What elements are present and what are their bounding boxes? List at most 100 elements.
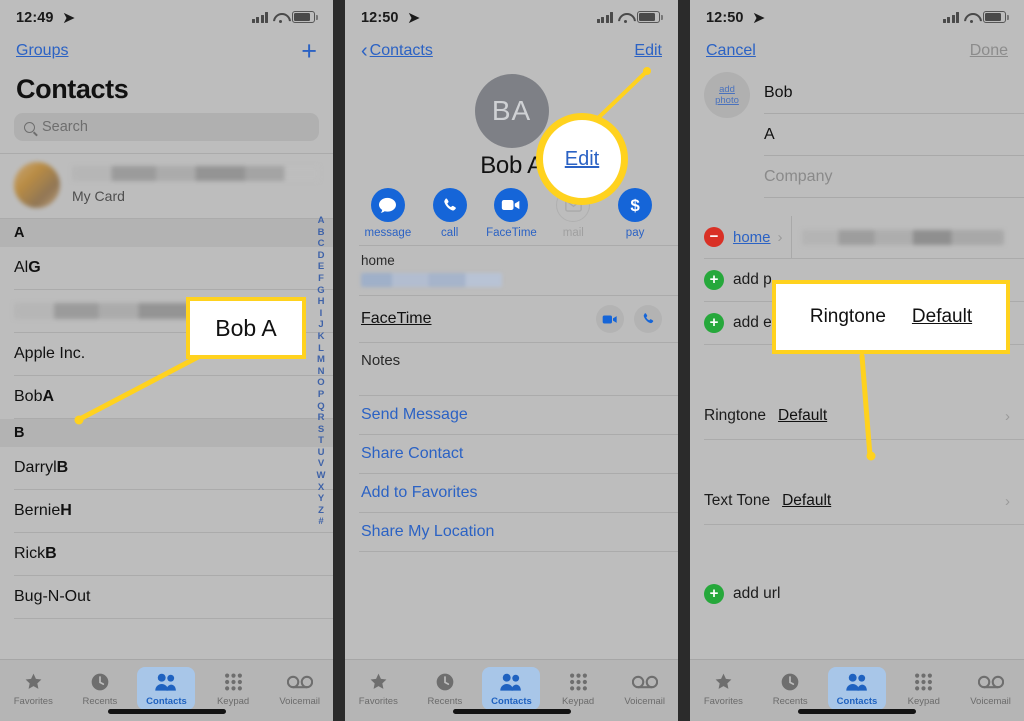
action-facetime[interactable]: FaceTime: [483, 188, 539, 239]
status-time-group: 12:50 ➤: [706, 7, 765, 27]
action-label: FaceTime: [486, 227, 537, 239]
add-contact-icon[interactable]: +: [301, 37, 317, 65]
alpha-index-letter[interactable]: A: [318, 215, 325, 227]
status-time: 12:50: [706, 10, 744, 26]
link-send-message[interactable]: Send Message: [345, 396, 678, 434]
tab-contacts[interactable]: Contacts: [482, 667, 541, 710]
callout-edit: Edit: [536, 113, 628, 205]
my-card-row[interactable]: My Card: [0, 154, 333, 218]
status-time: 12:49: [16, 10, 54, 26]
list-item[interactable]: Bug-N-Out: [0, 576, 333, 618]
link-share-my-location[interactable]: Share My Location: [345, 513, 678, 551]
facetime-row[interactable]: FaceTime: [345, 296, 678, 342]
tab-favorites[interactable]: Favorites: [349, 667, 407, 710]
people-icon: [154, 671, 178, 693]
list-item[interactable]: Rick B: [0, 533, 333, 575]
video-camera-icon[interactable]: [596, 305, 624, 333]
alpha-index-letter[interactable]: N: [318, 366, 325, 378]
contact-first-name: Darryl: [14, 459, 57, 476]
alpha-index-letter[interactable]: H: [318, 296, 325, 308]
add-url-label: add url: [733, 585, 781, 602]
cancel-button[interactable]: Cancel: [706, 42, 756, 60]
alpha-index-letter[interactable]: S: [318, 424, 324, 436]
tab-favorites[interactable]: Favorites: [694, 667, 752, 710]
tab-recents[interactable]: Recents: [761, 667, 819, 710]
alpha-index-letter[interactable]: K: [318, 331, 325, 343]
tab-voicemail[interactable]: Voicemail: [616, 667, 674, 710]
plus-circle-icon[interactable]: +: [704, 270, 724, 290]
alpha-index-letter[interactable]: M: [317, 354, 325, 366]
alpha-index-letter[interactable]: E: [318, 261, 324, 273]
back-to-contacts-button[interactable]: ‹ Contacts: [361, 41, 433, 61]
plus-circle-icon[interactable]: +: [704, 313, 724, 333]
alpha-index-letter[interactable]: B: [318, 227, 325, 239]
notes-field[interactable]: Notes: [345, 343, 678, 395]
ringtone-row[interactable]: Ringtone Default ›: [690, 393, 1024, 439]
alpha-index-letter[interactable]: #: [318, 516, 323, 528]
alpha-index-letter[interactable]: C: [318, 238, 325, 250]
voicemail-icon: [631, 671, 658, 693]
avatar: [14, 162, 60, 208]
tab-recents[interactable]: Recents: [416, 667, 474, 710]
groups-button[interactable]: Groups: [16, 42, 68, 60]
search-input[interactable]: Search: [14, 113, 319, 141]
alpha-index-letter[interactable]: Z: [318, 505, 324, 517]
list-item[interactable]: Darryl B: [0, 447, 333, 489]
company-field[interactable]: Company: [764, 156, 1024, 198]
phone-field[interactable]: home: [345, 246, 678, 295]
tab-keypad[interactable]: Keypad: [204, 667, 262, 710]
tab-keypad[interactable]: Keypad: [895, 667, 953, 710]
facetime-buttons: [596, 305, 662, 333]
add-photo-button[interactable]: add photo: [704, 72, 750, 118]
alpha-index-letter[interactable]: J: [318, 319, 323, 331]
add-url-row[interactable]: + add url: [690, 573, 1024, 615]
alpha-index-letter[interactable]: W: [317, 470, 326, 482]
tab-contacts[interactable]: Contacts: [827, 667, 886, 710]
list-item[interactable]: Al G: [0, 247, 333, 289]
alpha-index-letter[interactable]: P: [318, 389, 324, 401]
alpha-index-letter[interactable]: I: [320, 308, 323, 320]
alpha-index-letter[interactable]: V: [318, 458, 324, 470]
tab-favorites[interactable]: Favorites: [4, 667, 62, 710]
list-item[interactable]: Bob A: [0, 376, 333, 418]
alphabet-index[interactable]: A B C D E F G H I J K L M N O P Q R S T U V W X Y Z #: [313, 215, 329, 528]
list-item[interactable]: Bernie H: [0, 490, 333, 532]
nav-bar-edit: Cancel Done: [690, 34, 1024, 68]
status-indicators: [942, 11, 1009, 23]
minus-circle-icon[interactable]: −: [704, 227, 724, 247]
plus-circle-icon[interactable]: +: [704, 584, 724, 604]
alpha-index-letter[interactable]: L: [318, 343, 324, 355]
tab-recents[interactable]: Recents: [71, 667, 129, 710]
avatar-initials: BA: [491, 95, 532, 126]
tab-label: Contacts: [491, 696, 532, 707]
tab-contacts[interactable]: Contacts: [137, 667, 196, 710]
alpha-index-letter[interactable]: Y: [318, 493, 324, 505]
action-call[interactable]: call: [422, 188, 478, 239]
alpha-index-letter[interactable]: X: [318, 482, 324, 494]
done-button[interactable]: Done: [970, 42, 1008, 60]
link-add-to-favorites[interactable]: Add to Favorites: [345, 474, 678, 512]
alpha-index-letter[interactable]: D: [318, 250, 325, 262]
alpha-index-letter[interactable]: U: [318, 447, 325, 459]
alpha-index-letter[interactable]: R: [318, 412, 325, 424]
tab-voicemail[interactable]: Voicemail: [962, 667, 1020, 710]
action-message[interactable]: message: [360, 188, 416, 239]
phone-icon[interactable]: [634, 305, 662, 333]
status-time: 12:50: [361, 10, 399, 26]
first-name-field[interactable]: Bob: [764, 72, 1024, 114]
tab-voicemail[interactable]: Voicemail: [271, 667, 329, 710]
link-share-contact[interactable]: Share Contact: [345, 435, 678, 473]
nav-bar-contacts: Groups +: [0, 34, 333, 68]
tab-label: Keypad: [907, 696, 940, 707]
action-pay[interactable]: $ pay: [607, 188, 663, 239]
alpha-index-letter[interactable]: G: [317, 285, 324, 297]
alpha-index-letter[interactable]: T: [318, 435, 324, 447]
phone-row-home[interactable]: − home ›: [690, 216, 1024, 258]
tab-keypad[interactable]: Keypad: [549, 667, 607, 710]
alpha-index-letter[interactable]: O: [317, 377, 324, 389]
texttone-row[interactable]: Text Tone Default ›: [690, 478, 1024, 524]
edit-button[interactable]: Edit: [634, 42, 662, 60]
last-name-field[interactable]: A: [764, 114, 1024, 156]
alpha-index-letter[interactable]: F: [318, 273, 324, 285]
alpha-index-letter[interactable]: Q: [317, 401, 324, 413]
